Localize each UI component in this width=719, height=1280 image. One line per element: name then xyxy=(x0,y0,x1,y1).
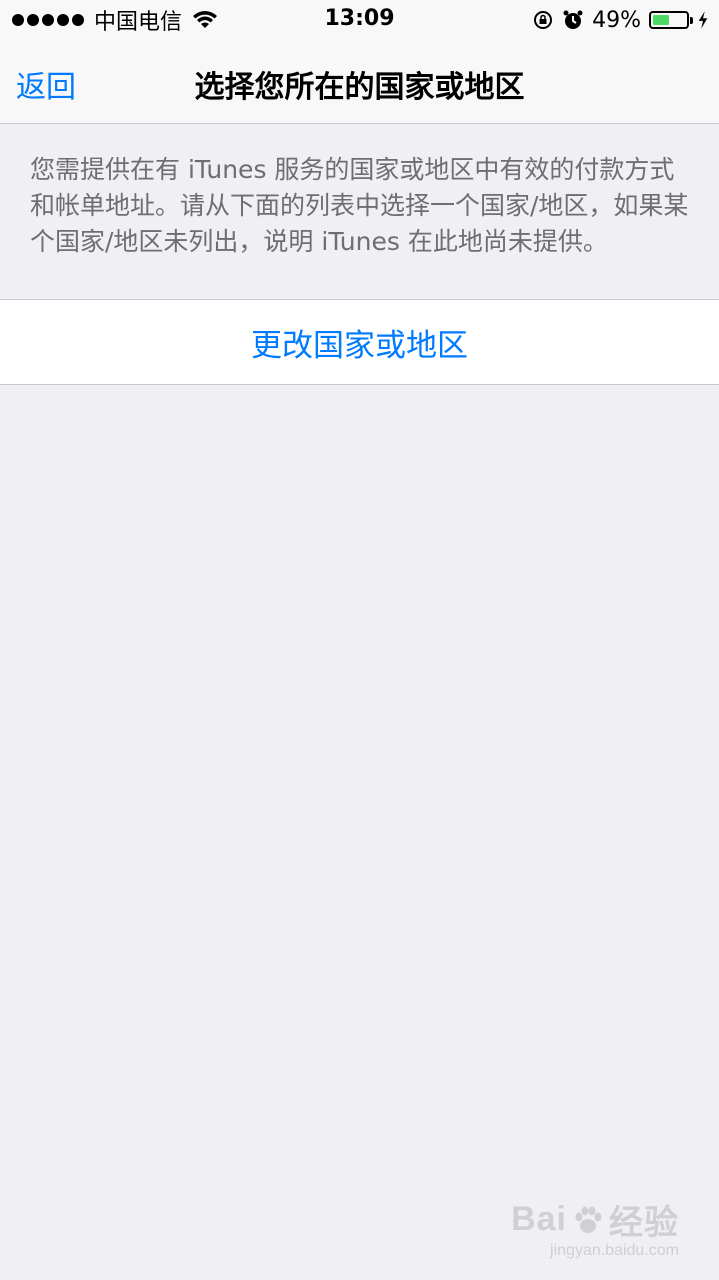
alarm-icon xyxy=(563,10,583,29)
description-text: 您需提供在有 iTunes 服务的国家或地区中有效的付款方式和帐单地址。请从下面… xyxy=(0,124,719,300)
change-region-label: 更改国家或地区 xyxy=(251,327,468,364)
navigation-bar: 返回 选择您所在的国家或地区 xyxy=(0,40,719,124)
status-bar: 中国电信 13:09 49% xyxy=(0,0,719,40)
page-title: 选择您所在的国家或地区 xyxy=(194,70,525,105)
battery-percent: 49% xyxy=(592,7,641,33)
status-right: 49% xyxy=(532,6,709,34)
watermark-url: jingyan.baidu.com xyxy=(550,1242,679,1259)
watermark-logo: Bai 经验 xyxy=(511,1200,679,1242)
paw-icon xyxy=(575,1206,602,1233)
baidu-jingyan-watermark: Bai 经验 jingyan.baidu.com xyxy=(511,1195,679,1260)
rotation-lock-icon xyxy=(534,11,553,29)
change-region-button[interactable]: 更改国家或地区 xyxy=(0,300,719,385)
battery-fill xyxy=(653,15,669,25)
battery-icon xyxy=(649,11,693,29)
charging-bolt-icon xyxy=(698,11,708,29)
